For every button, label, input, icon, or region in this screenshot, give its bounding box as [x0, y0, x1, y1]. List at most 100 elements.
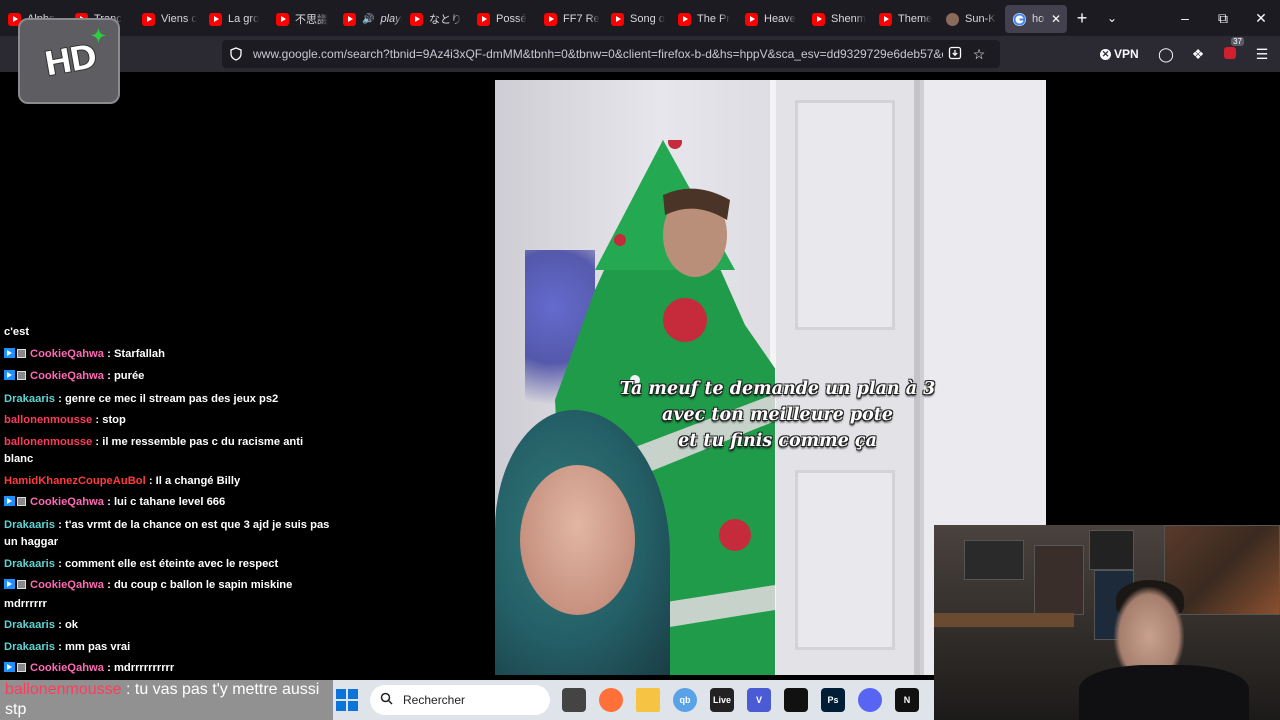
browser-tab[interactable]: Viens c	[134, 5, 201, 33]
browser-tab[interactable]: Heave	[737, 5, 804, 33]
shield-icon[interactable]	[222, 47, 250, 61]
chat-text: Starfallah	[113, 347, 165, 360]
taskbar-search[interactable]: Rechercher	[370, 685, 550, 715]
chat-badges-icon	[4, 369, 26, 387]
chat-message: HamidKhanezCoupeAuBol : Il a changé Bill…	[0, 471, 335, 493]
address-bar[interactable]: www.google.com/search?tbnid=9Az4i3xQF-dm…	[222, 40, 1000, 68]
browser-tab[interactable]: The Pr	[670, 5, 737, 33]
minimize-button[interactable]: –	[1166, 0, 1204, 36]
v-app-icon[interactable]: V	[747, 688, 771, 712]
tab-title: La gro	[228, 13, 260, 25]
tab-title: Shenm	[831, 13, 866, 25]
video-caption: Ta meuf te demande un plan à 3 avec ton …	[495, 376, 1046, 454]
chat-separator: :	[103, 347, 114, 360]
chat-separator: :	[121, 681, 135, 698]
nvidia-icon[interactable]	[784, 688, 808, 712]
browser-tab[interactable]: Shenm	[804, 5, 871, 33]
tab-title: Song o	[630, 13, 665, 25]
task-view-icon[interactable]	[562, 688, 586, 712]
browser-tab[interactable]: Possé	[469, 5, 536, 33]
chat-message: c'est	[0, 322, 335, 344]
tab-title: Viens c	[161, 13, 197, 25]
chat-username[interactable]: Drakaaris	[4, 558, 55, 570]
chat-username[interactable]: CookieQahwa	[30, 662, 104, 674]
chat-text: ok	[64, 619, 79, 631]
browser-tab[interactable]: Song o	[603, 5, 670, 33]
chat-text: comment elle est éteinte avec le respect	[64, 557, 279, 570]
live-icon[interactable]: Live	[710, 688, 734, 712]
caption-line: Ta meuf te demande un plan à 3	[619, 379, 936, 399]
toolbar-right: ✕ VPN ◯ ❖ 37 ☰	[1100, 36, 1278, 72]
chat-username[interactable]: CookieQahwa	[30, 370, 104, 382]
tab-list: AlphaTrancViens cLa gro不思議🔊playliなとりPoss…	[0, 3, 1067, 33]
chat-message: CookieQahwa : du coup c ballon le sapin …	[0, 575, 335, 615]
chat-message: Drakaaris : t'as vrmt de la chance on es…	[0, 515, 335, 554]
file-explorer-icon[interactable]	[636, 688, 660, 712]
chat-username[interactable]: Drakaaris	[4, 619, 55, 631]
tab-title: playli	[380, 13, 402, 25]
browser-tab[interactable]: hon ✕	[1005, 5, 1067, 33]
webcam-person-face	[1114, 587, 1184, 677]
notion-icon[interactable]: N	[895, 688, 919, 712]
account-icon[interactable]: ◯	[1150, 46, 1182, 63]
maximize-button[interactable]: ⧉	[1204, 0, 1242, 36]
firefox-icon[interactable]	[599, 688, 623, 712]
browser-tab[interactable]: 🔊 playli	[335, 5, 402, 33]
browser-tab[interactable]: 不思議	[268, 5, 335, 33]
chat-text: mdrrrrrrrrrr	[113, 662, 175, 674]
chat-username[interactable]: ballonenmousse	[4, 436, 92, 448]
chat-message: CookieQahwa : purée	[0, 366, 335, 389]
vn-icon	[946, 12, 959, 26]
chat-message: Drakaaris : genre ce mec il stream pas d…	[0, 389, 335, 411]
browser-tab[interactable]: Theme	[871, 5, 938, 33]
tab-title: Sun-K	[965, 13, 996, 25]
chat-feed: c'est CookieQahwa : Starfallah CookieQahwa…	[0, 322, 335, 681]
download-icon[interactable]	[943, 46, 967, 63]
chat-username[interactable]: Drakaaris	[4, 393, 55, 405]
vpn-label: VPN	[1114, 47, 1139, 61]
browser-tab[interactable]: Sun-K	[938, 5, 1005, 33]
browser-tab[interactable]: La gro	[201, 5, 268, 33]
chat-username[interactable]: Drakaaris	[4, 641, 55, 653]
close-tab-icon[interactable]: ✕	[1051, 12, 1061, 26]
chat-separator: :	[103, 496, 114, 508]
logo-spark-icon: ✦	[90, 26, 106, 46]
chat-badges-icon	[4, 578, 26, 596]
bookmark-star-icon[interactable]: ☆	[967, 46, 991, 63]
tab-title: なとり	[429, 14, 462, 26]
chat-username[interactable]: ballonenmousse	[5, 681, 122, 698]
browser-tab[interactable]: FF7 Re	[536, 5, 603, 33]
photoshop-icon[interactable]: Ps	[821, 688, 845, 712]
url-text[interactable]: www.google.com/search?tbnid=9Az4i3xQF-dm…	[253, 47, 943, 61]
search-icon	[380, 692, 393, 708]
list-all-tabs-button[interactable]: ⌄	[1097, 11, 1127, 25]
webcam-shelf	[934, 613, 1074, 627]
extension-count-badge: 37	[1231, 37, 1244, 46]
extension-badge-icon[interactable]: 37	[1214, 37, 1246, 62]
new-tab-button[interactable]: +	[1067, 8, 1097, 29]
chat-username[interactable]: CookieQahwa	[30, 579, 104, 591]
youtube-icon	[410, 12, 423, 26]
qbittorrent-icon[interactable]: qb	[673, 688, 697, 712]
close-window-button[interactable]: ✕	[1242, 0, 1280, 36]
caption-line: et tu finis comme ça	[678, 431, 877, 451]
menu-icon[interactable]: ☰	[1246, 46, 1278, 63]
chat-text: mm pas vrai	[64, 640, 131, 653]
door-panel	[795, 100, 895, 330]
chat-username[interactable]: HamidKhanezCoupeAuBol	[4, 475, 146, 487]
extensions-icon[interactable]: ❖	[1182, 46, 1214, 63]
chat-username[interactable]: CookieQahwa	[30, 496, 104, 508]
vpn-button[interactable]: ✕ VPN	[1100, 47, 1150, 61]
audio-playing-icon[interactable]: 🔊	[362, 14, 374, 25]
browser-tab[interactable]: なとり	[402, 5, 469, 33]
chat-message: CookieQahwa : lui c tahane level 666	[0, 492, 335, 515]
start-button-icon[interactable]	[336, 689, 358, 711]
windows-taskbar: Rechercher qb Live V Ps N	[333, 680, 934, 720]
chat-username[interactable]: Drakaaris	[4, 519, 55, 531]
chat-text: genre ce mec il stream pas des jeux ps2	[64, 392, 279, 405]
chat-separator: :	[55, 392, 65, 405]
chat-username[interactable]: CookieQahwa	[30, 348, 104, 360]
chat-message: Drakaaris : mm pas vrai	[0, 637, 335, 659]
discord-icon[interactable]	[858, 688, 882, 712]
chat-username[interactable]: ballonenmousse	[4, 414, 92, 426]
